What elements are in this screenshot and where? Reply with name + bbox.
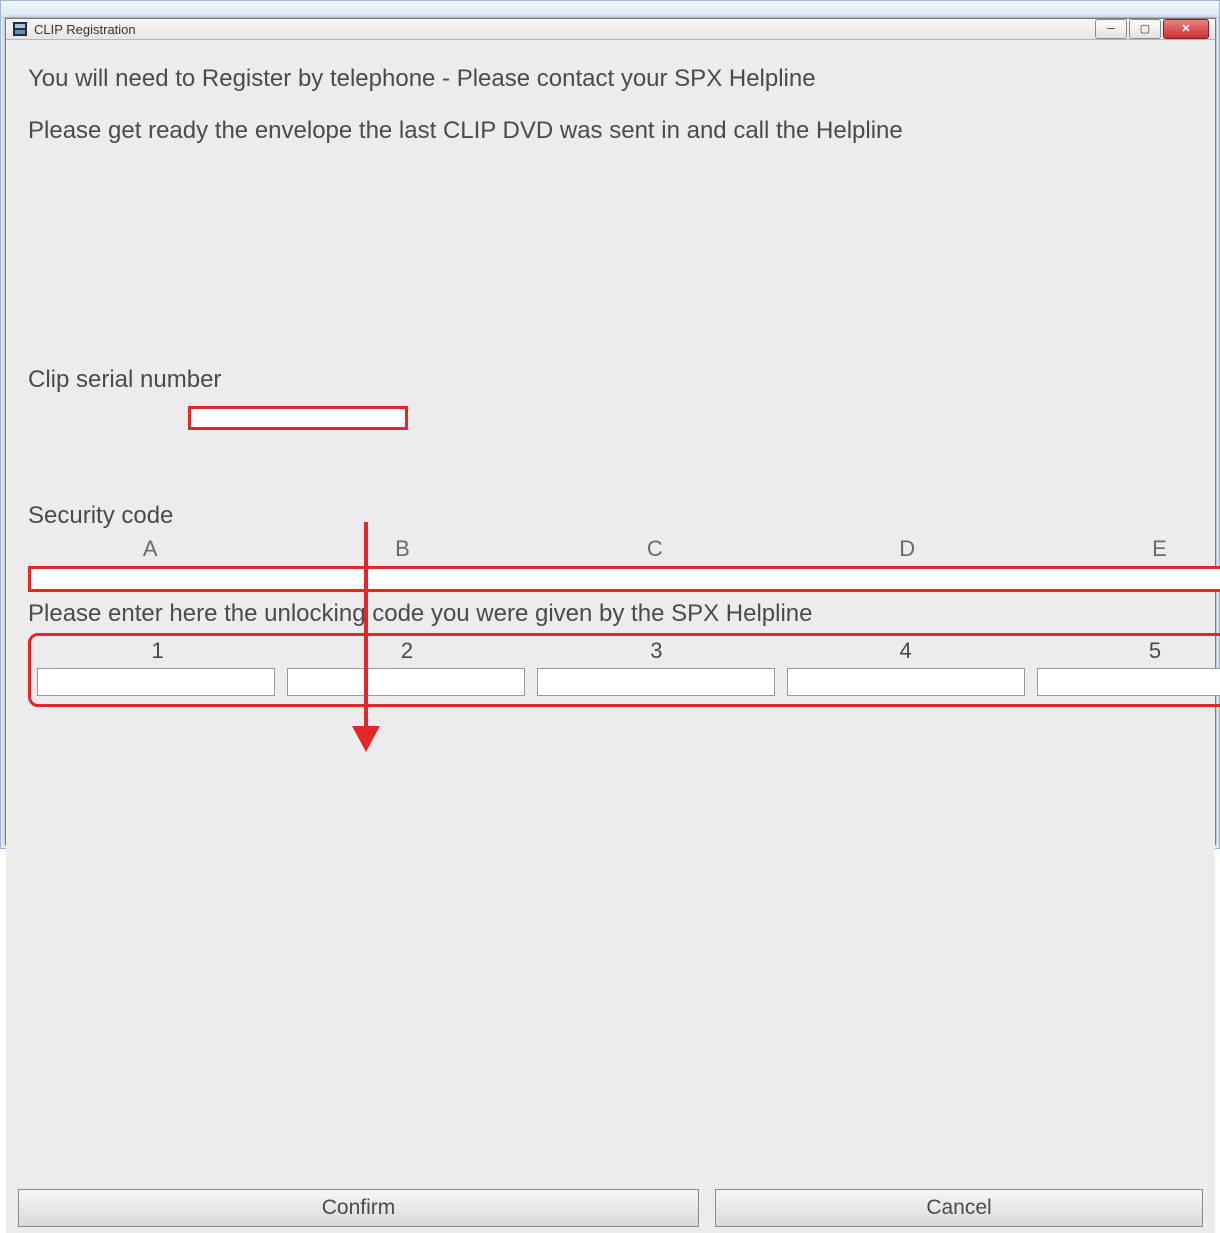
security-code-box — [28, 566, 1220, 592]
confirm-button[interactable]: Confirm — [18, 1189, 699, 1227]
maximize-button[interactable]: ▢ — [1129, 19, 1161, 39]
instruction-3: Please enter here the unlocking code you… — [28, 600, 1220, 629]
registration-window: CLIP Registration ─ ▢ ✕ — [5, 18, 1216, 845]
unlock-input-5[interactable] — [1037, 668, 1220, 696]
unlock-input-3[interactable] — [537, 668, 775, 696]
unlock-col-4: 4 — [785, 638, 1026, 664]
titlebar: CLIP Registration ─ ▢ ✕ — [6, 19, 1215, 40]
maximize-icon: ▢ — [1140, 24, 1150, 35]
cancel-button[interactable]: Cancel — [715, 1189, 1203, 1227]
instruction-1: You will need to Register by telephone -… — [28, 64, 1220, 94]
serial-number-box — [188, 406, 408, 430]
security-code-label: Security code — [28, 502, 1220, 530]
minimize-icon: ─ — [1107, 24, 1115, 35]
sec-col-E: E — [1037, 536, 1220, 562]
sec-col-C: C — [533, 536, 777, 562]
unlock-code-section: 1 2 3 4 5 6 — [28, 633, 1220, 707]
unlock-col-3: 3 — [536, 638, 777, 664]
close-icon: ✕ — [1181, 24, 1190, 35]
unlock-col-2: 2 — [286, 638, 527, 664]
sec-col-A: A — [28, 536, 272, 562]
serial-label: Clip serial number — [28, 366, 1220, 394]
sec-col-B: B — [280, 536, 524, 562]
unlock-input-4[interactable] — [787, 668, 1025, 696]
sec-col-D: D — [785, 536, 1029, 562]
unlock-col-1: 1 — [37, 638, 278, 664]
window-title: CLIP Registration — [34, 22, 136, 37]
app-icon — [12, 21, 28, 37]
close-button[interactable]: ✕ — [1163, 19, 1209, 39]
unlock-input-1[interactable] — [37, 668, 275, 696]
minimize-button[interactable]: ─ — [1095, 19, 1127, 39]
unlock-col-5: 5 — [1034, 638, 1220, 664]
instruction-2: Please get ready the envelope the last C… — [28, 116, 1220, 146]
unlock-input-2[interactable] — [287, 668, 525, 696]
security-code-columns: A B C D E F — [28, 536, 1220, 562]
